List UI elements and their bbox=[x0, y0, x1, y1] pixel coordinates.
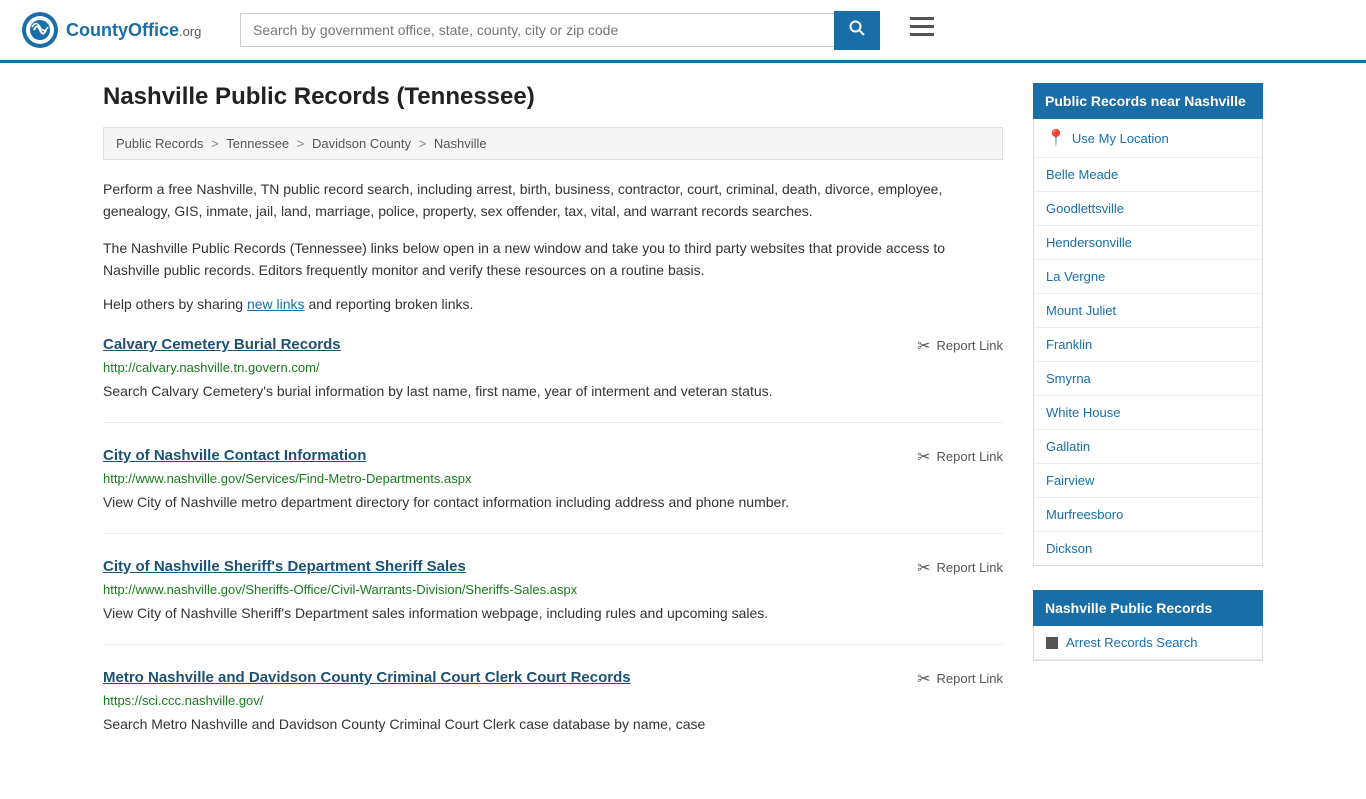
help-text: Help others by sharing new links and rep… bbox=[103, 296, 1003, 312]
page-title: Nashville Public Records (Tennessee) bbox=[103, 83, 1003, 111]
logo-icon bbox=[20, 10, 60, 50]
record-desc-3: Search Metro Nashville and Davidson Coun… bbox=[103, 714, 1003, 735]
record-title-2[interactable]: City of Nashville Sheriff's Department S… bbox=[103, 558, 466, 575]
report-link-0[interactable]: ✂ Report Link bbox=[917, 336, 1003, 356]
nearby-heading: Public Records near Nashville bbox=[1033, 83, 1263, 119]
breadcrumb-public-records[interactable]: Public Records bbox=[116, 136, 203, 151]
nearby-link-8[interactable]: Gallatin bbox=[1046, 439, 1090, 454]
record-url-0[interactable]: http://calvary.nashville.tn.govern.com/ bbox=[103, 360, 1003, 375]
breadcrumb-tennessee[interactable]: Tennessee bbox=[226, 136, 289, 151]
record-title-3[interactable]: Metro Nashville and Davidson County Crim… bbox=[103, 669, 631, 686]
report-icon-2: ✂ bbox=[917, 558, 930, 578]
search-input[interactable] bbox=[240, 13, 834, 47]
report-link-label-1: Report Link bbox=[937, 449, 1003, 464]
breadcrumb-nashville[interactable]: Nashville bbox=[434, 136, 487, 151]
sidebar: Public Records near Nashville 📍 Use My L… bbox=[1033, 83, 1263, 779]
record-entry-3: Metro Nashville and Davidson County Crim… bbox=[103, 669, 1003, 755]
search-icon bbox=[849, 20, 865, 36]
nashville-records-section: Nashville Public Records Arrest Records … bbox=[1033, 590, 1263, 661]
nearby-link-5[interactable]: Franklin bbox=[1046, 337, 1092, 352]
nearby-link-11[interactable]: Dickson bbox=[1046, 541, 1092, 556]
nearby-item-1[interactable]: Goodlettsville bbox=[1034, 192, 1262, 226]
record-square-icon-0 bbox=[1046, 637, 1058, 649]
record-entry-0: Calvary Cemetery Burial Records ✂ Report… bbox=[103, 336, 1003, 423]
use-location-item[interactable]: 📍 Use My Location bbox=[1034, 119, 1262, 158]
nearby-item-3[interactable]: La Vergne bbox=[1034, 260, 1262, 294]
report-link-label-2: Report Link bbox=[937, 560, 1003, 575]
record-desc-1: View City of Nashville metro department … bbox=[103, 492, 1003, 513]
nearby-link-7[interactable]: White House bbox=[1046, 405, 1120, 420]
location-pin-icon: 📍 bbox=[1046, 128, 1066, 148]
logo-text: CountyOffice.org bbox=[66, 20, 201, 41]
report-icon-3: ✂ bbox=[917, 669, 930, 689]
nearby-item-11[interactable]: Dickson bbox=[1034, 532, 1262, 565]
hamburger-icon bbox=[910, 17, 934, 37]
report-link-3[interactable]: ✂ Report Link bbox=[917, 669, 1003, 689]
nearby-item-10[interactable]: Murfreesboro bbox=[1034, 498, 1262, 532]
nearby-item-2[interactable]: Hendersonville bbox=[1034, 226, 1262, 260]
nearby-link-4[interactable]: Mount Juliet bbox=[1046, 303, 1116, 318]
nashville-records-list: Arrest Records Search bbox=[1033, 626, 1263, 661]
nashville-record-item-0[interactable]: Arrest Records Search bbox=[1034, 626, 1262, 660]
nearby-item-8[interactable]: Gallatin bbox=[1034, 430, 1262, 464]
nearby-link-1[interactable]: Goodlettsville bbox=[1046, 201, 1124, 216]
record-desc-0: Search Calvary Cemetery's burial informa… bbox=[103, 381, 1003, 402]
breadcrumb-sep2: > bbox=[297, 136, 308, 151]
nearby-link-2[interactable]: Hendersonville bbox=[1046, 235, 1132, 250]
breadcrumb-sep3: > bbox=[419, 136, 430, 151]
record-entry-2: City of Nashville Sheriff's Department S… bbox=[103, 558, 1003, 645]
record-url-2[interactable]: http://www.nashville.gov/Sheriffs-Office… bbox=[103, 582, 1003, 597]
nearby-item-5[interactable]: Franklin bbox=[1034, 328, 1262, 362]
search-button[interactable] bbox=[834, 11, 880, 50]
main-layout: Nashville Public Records (Tennessee) Pub… bbox=[83, 63, 1283, 799]
breadcrumb-davidson[interactable]: Davidson County bbox=[312, 136, 411, 151]
help-text-prefix: Help others by sharing bbox=[103, 296, 247, 312]
logo-area: CountyOffice.org bbox=[20, 10, 220, 50]
nearby-link-6[interactable]: Smyrna bbox=[1046, 371, 1091, 386]
nearby-item-0[interactable]: Belle Meade bbox=[1034, 158, 1262, 192]
records-list: Calvary Cemetery Burial Records ✂ Report… bbox=[103, 336, 1003, 755]
intro-paragraph-2: The Nashville Public Records (Tennessee)… bbox=[103, 237, 1003, 282]
nearby-item-7[interactable]: White House bbox=[1034, 396, 1262, 430]
header: CountyOffice.org bbox=[0, 0, 1366, 63]
search-container bbox=[240, 11, 880, 50]
main-content: Nashville Public Records (Tennessee) Pub… bbox=[103, 83, 1003, 779]
record-url-3[interactable]: https://sci.ccc.nashville.gov/ bbox=[103, 693, 1003, 708]
nearby-link-9[interactable]: Fairview bbox=[1046, 473, 1094, 488]
new-links-link[interactable]: new links bbox=[247, 296, 305, 312]
use-location-link[interactable]: Use My Location bbox=[1072, 131, 1169, 146]
record-url-1[interactable]: http://www.nashville.gov/Services/Find-M… bbox=[103, 471, 1003, 486]
nearby-item-9[interactable]: Fairview bbox=[1034, 464, 1262, 498]
report-link-label-0: Report Link bbox=[937, 338, 1003, 353]
report-icon-1: ✂ bbox=[917, 447, 930, 467]
nearby-link-3[interactable]: La Vergne bbox=[1046, 269, 1105, 284]
breadcrumb-sep1: > bbox=[211, 136, 222, 151]
breadcrumb: Public Records > Tennessee > Davidson Co… bbox=[103, 127, 1003, 160]
nearby-item-6[interactable]: Smyrna bbox=[1034, 362, 1262, 396]
nearby-item-4[interactable]: Mount Juliet bbox=[1034, 294, 1262, 328]
record-title-1[interactable]: City of Nashville Contact Information bbox=[103, 447, 366, 464]
record-entry-1: City of Nashville Contact Information ✂ … bbox=[103, 447, 1003, 534]
report-icon-0: ✂ bbox=[917, 336, 930, 356]
nearby-link-0[interactable]: Belle Meade bbox=[1046, 167, 1118, 182]
nashville-record-link-0[interactable]: Arrest Records Search bbox=[1066, 635, 1198, 650]
nearby-section: Public Records near Nashville 📍 Use My L… bbox=[1033, 83, 1263, 566]
intro-paragraph-1: Perform a free Nashville, TN public reco… bbox=[103, 178, 1003, 223]
nashville-records-heading: Nashville Public Records bbox=[1033, 590, 1263, 626]
help-text-suffix: and reporting broken links. bbox=[305, 296, 474, 312]
report-link-1[interactable]: ✂ Report Link bbox=[917, 447, 1003, 467]
nearby-list: 📍 Use My Location Belle Meade Goodlettsv… bbox=[1033, 119, 1263, 566]
report-link-label-3: Report Link bbox=[937, 671, 1003, 686]
record-title-0[interactable]: Calvary Cemetery Burial Records bbox=[103, 336, 341, 353]
hamburger-menu-button[interactable] bbox=[910, 17, 934, 43]
nearby-link-10[interactable]: Murfreesboro bbox=[1046, 507, 1123, 522]
report-link-2[interactable]: ✂ Report Link bbox=[917, 558, 1003, 578]
record-desc-2: View City of Nashville Sheriff's Departm… bbox=[103, 603, 1003, 624]
